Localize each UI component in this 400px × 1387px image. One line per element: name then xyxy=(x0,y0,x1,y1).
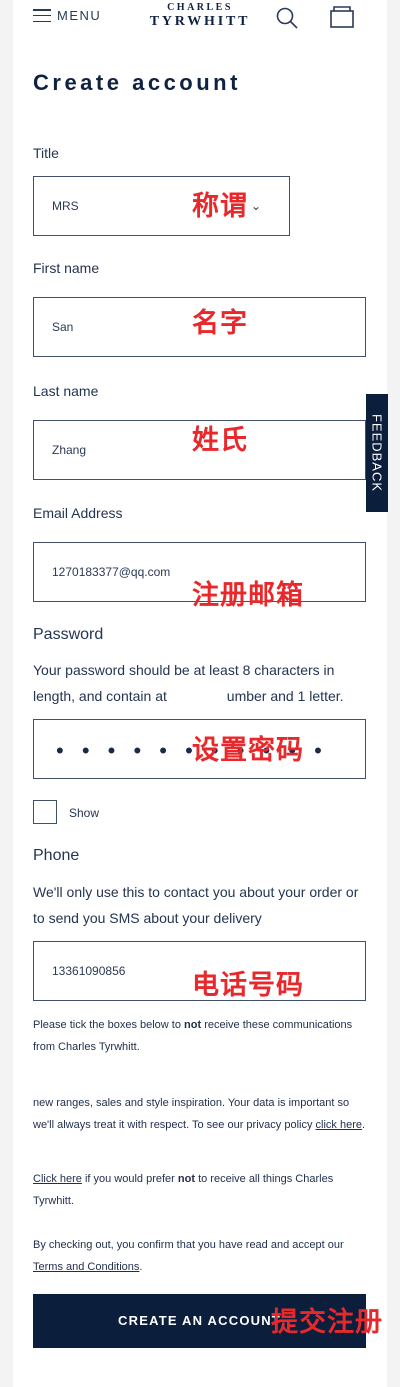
phone-value: 13361090856 xyxy=(52,964,126,978)
title-annotation: 称谓 xyxy=(192,191,248,221)
first-name-value: San xyxy=(52,320,74,334)
feedback-tab[interactable]: FEEDBACK xyxy=(366,394,388,512)
ranges-text-body: new ranges, sales and style inspiration.… xyxy=(33,1097,350,1131)
redaction-mask xyxy=(170,690,227,705)
show-password-label: Show xyxy=(69,806,100,820)
menu-label: MENU xyxy=(57,8,102,23)
first-name-annotation: 名字 xyxy=(192,308,248,338)
email-value: 1270183377@qq.com xyxy=(52,565,171,579)
ranges-text: new ranges, sales and style inspiration.… xyxy=(33,1097,366,1131)
tick-text-1: Please tick the boxes below to xyxy=(33,1019,185,1031)
bag-icon[interactable] xyxy=(329,5,355,34)
search-icon[interactable] xyxy=(275,6,299,35)
phone-hint: We'll only use this to contact you about… xyxy=(33,884,359,926)
title-label: Title xyxy=(33,145,59,161)
prefer-text-1: if you would prefer xyxy=(81,1173,178,1185)
privacy-policy-link[interactable]: click here xyxy=(316,1119,362,1131)
show-password-checkbox[interactable] xyxy=(33,800,57,824)
password-label: Password xyxy=(33,626,104,643)
page: MENU CHARLES TYRWHITT Create account Tit… xyxy=(13,0,388,1387)
checkout-terms-text: By checking out, you confirm that you ha… xyxy=(33,1239,344,1273)
password-annotation: 设置密码 xyxy=(192,735,304,765)
submit-annotation: 提交注册 xyxy=(271,1307,383,1337)
logo-line2: TYRWHITT xyxy=(149,14,251,29)
menu-button[interactable]: MENU xyxy=(33,8,101,23)
password-hint: Your password should be at least 8 chara… xyxy=(33,657,368,709)
header: MENU CHARLES TYRWHITT xyxy=(13,0,387,36)
terms-link[interactable]: Terms and Conditions xyxy=(33,1261,139,1273)
tick-bold: not xyxy=(184,1019,202,1031)
prefer-bold: not xyxy=(177,1173,196,1185)
phone-label: Phone xyxy=(33,847,80,864)
page-title: Create account xyxy=(33,70,241,95)
create-account-label: CREATE AN ACCOUNT xyxy=(118,1313,281,1328)
last-name-label: Last name xyxy=(33,383,99,399)
feedback-label: FEEDBACK xyxy=(369,413,385,493)
prefer-not-text: Click here if you would prefer not to re… xyxy=(33,1168,369,1212)
phone-annotation: 电话号码 xyxy=(192,970,304,1000)
logo-line1: CHARLES xyxy=(167,2,233,13)
first-name-label: First name xyxy=(33,260,100,276)
click-here-link[interactable]: Click here xyxy=(33,1173,82,1185)
email-label: Email Address xyxy=(33,505,123,521)
title-select[interactable]: MRS ⌄ xyxy=(33,176,290,236)
hamburger-icon xyxy=(33,9,51,22)
tick-boxes-text: Please tick the boxes below to not recei… xyxy=(33,1014,369,1058)
checkout-text: By checking out, you confirm that you ha… xyxy=(33,1239,344,1251)
email-annotation: 注册邮箱 xyxy=(192,580,304,610)
password-hint-part2: umber and 1 letter. xyxy=(226,688,344,704)
chevron-down-icon: ⌄ xyxy=(250,199,261,213)
logo[interactable]: CHARLES TYRWHITT xyxy=(145,3,255,29)
last-name-annotation: 姓氏 xyxy=(192,425,248,455)
title-value: MRS xyxy=(52,199,79,213)
last-name-value: Zhang xyxy=(52,443,87,457)
